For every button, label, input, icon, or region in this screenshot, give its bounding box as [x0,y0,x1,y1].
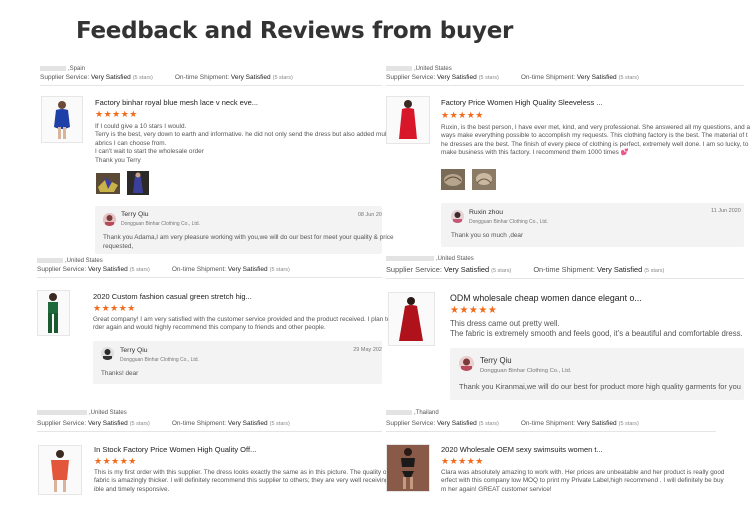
supplier-reply: Terry Qiu Dongguan Binhar Clothing Co., … [450,348,744,400]
reply-date: 11 Jun 2020 [711,208,741,214]
masked-buyer-name [386,66,412,71]
shipment-rating: Very Satisfied [230,74,271,81]
buyer-country: ,United States [386,256,474,264]
masked-buyer-name [37,258,63,263]
supplier-reply: Terry Qiu Dongguan Binhar Clothing Co., … [93,341,382,384]
product-thumbnail[interactable] [41,96,83,143]
product-thumbnail[interactable] [37,290,70,336]
shipment-rating: Very Satisfied [227,266,268,273]
reply-author: Ruxin zhou [469,209,504,216]
buyer-country: ,Spain [40,66,85,74]
supplier-rating: Very Satisfied [436,74,477,81]
reply-date: 29 May 202 [353,347,382,353]
rating-summary: Supplier Service: Very Satisfied (5 stars… [386,74,744,87]
review-text: This dress came out pretty well. The fabr… [450,319,743,339]
reply-company: Dongguan Binhar Clothing Co., Ltd. [121,221,200,227]
review-stars: ★★★★★ [450,305,498,316]
review-card: ,United States Supplier Service: Very Sa… [37,410,402,520]
page-heading: Feedback and Reviews from buyer [76,18,514,44]
review-stars: ★★★★★ [95,109,138,119]
product-title-link[interactable]: In Stock Factory Price Women High Qualit… [94,445,256,454]
masked-buyer-name [386,410,412,415]
reply-author: Terry Qiu [121,211,149,218]
review-card: ,United States Supplier Service: Very Sa… [386,66,750,248]
rating-summary: Supplier Service: Very Satisfied (5 stars… [386,265,744,279]
avatar [459,356,474,371]
reply-text: Thank you Adama,I am very pleasure worki… [103,234,394,250]
product-title-link[interactable]: 2020 Custom fashion casual green stretch… [93,292,252,301]
review-text: If I could give a 10 stars I would. Terry… [95,123,402,164]
masked-buyer-name [37,410,87,415]
rating-summary: Supplier Service: Very Satisfied (5 stars… [37,420,382,433]
reply-text: Thank you Kiranmai,we will do our best f… [459,382,741,391]
rating-summary: Supplier Service: Very Satisfied (5 stars… [40,74,382,87]
reply-author: Terry Qiu [480,356,512,365]
review-card: ,Thailand Supplier Service: Very Satisfi… [386,410,744,520]
product-thumbnail[interactable] [386,444,430,492]
rating-summary: Supplier Service: Very Satisfied (5 stars… [37,266,382,279]
review-photo[interactable] [127,171,149,195]
reply-text: Thanks! dear [101,370,139,377]
review-stars: ★★★★★ [441,456,484,466]
avatar [103,213,116,226]
shipment-rating: Very Satisfied [576,74,617,81]
product-thumbnail[interactable] [38,445,82,495]
buyer-country: ,United States [386,66,452,74]
buyer-country: ,United States [37,258,103,266]
avatar [101,347,114,360]
product-title-link[interactable]: ODM wholesale cheap women dance elegant … [450,293,642,304]
shipment-rating: Very Satisfied [597,265,643,274]
reply-text: Thank you so much ,dear [451,232,524,239]
review-stars: ★★★★★ [441,110,484,120]
product-thumbnail[interactable] [388,292,435,346]
review-card: ,United States Supplier Service: Very Sa… [37,258,396,386]
masked-buyer-name [386,256,434,261]
shipment-rating: Very Satisfied [227,420,268,427]
shipment-rating: Very Satisfied [576,420,617,427]
reply-date: 08 Jun 20 [357,212,382,218]
supplier-rating: Very Satisfied [90,74,131,81]
reply-company: Dongguan Binhar Clothing Co., Ltd. [480,368,572,374]
reply-company: Dongguan Binhar Clothing Co., Ltd. [469,219,548,225]
reply-company: Dongguan Binhar Clothing Co., Ltd. [120,357,199,363]
avatar [451,210,464,223]
review-photo[interactable] [96,173,120,194]
product-title-link[interactable]: Factory Price Women High Quality Sleevel… [441,98,603,107]
review-card: ,United States Supplier Service: Very Sa… [386,256,744,404]
supplier-reply: Ruxin zhou Dongguan Binhar Clothing Co.,… [441,203,744,247]
review-text: This is my first order with this supplie… [94,469,402,493]
review-card: ,Spain Supplier Service: Very Satisfied(… [40,66,402,256]
product-title-link[interactable]: 2020 Wholesale OEM sexy swimsuits women … [441,445,603,454]
buyer-country: ,United States [37,410,127,418]
supplier-reply: Terry Qiu Dongguan Binhar Clothing Co., … [95,206,394,254]
reply-author: Terry Qiu [120,347,148,354]
masked-buyer-name [40,66,66,71]
buyer-country: ,Thailand [386,410,439,418]
review-text: Ruxin, is the best person, I have ever m… [441,124,750,157]
supplier-rating: Very Satisfied [87,420,128,427]
product-title-link[interactable]: Factory binhar royal blue mesh lace v ne… [95,98,258,107]
supplier-rating: Very Satisfied [87,266,128,273]
product-thumbnail[interactable] [386,96,430,144]
rating-summary: Supplier Service: Very Satisfied (5 stars… [386,420,716,433]
supplier-rating: Very Satisfied [436,420,477,427]
review-stars: ★★★★★ [94,456,137,466]
review-photo[interactable] [441,169,465,190]
review-stars: ★★★★★ [93,303,136,313]
review-text: Clara was absolutely amazing to work wit… [441,469,725,493]
supplier-rating: Very Satisfied [443,265,490,274]
review-photo[interactable] [472,169,496,190]
review-text: Great company! I am very satisfied with … [93,316,396,332]
